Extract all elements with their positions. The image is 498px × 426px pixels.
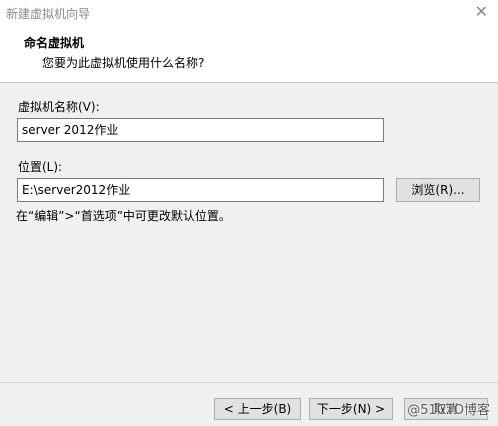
footer-divider [0, 382, 498, 383]
back-button[interactable]: < 上一步(B) [214, 398, 301, 420]
close-icon[interactable]: ✕ [475, 2, 488, 22]
window-title: 新建虚拟机向导 [6, 7, 91, 21]
vm-name-input[interactable]: server 2012作业 [17, 118, 384, 142]
location-input[interactable]: E:\server2012作业 [17, 178, 384, 202]
wizard-header: 命名虚拟机 您要为此虚拟机使用什么名称? [0, 26, 498, 83]
location-label: 位置(L): [18, 160, 63, 174]
page-subheading: 您要为此虚拟机使用什么名称? [42, 56, 205, 70]
vm-name-label: 虚拟机名称(V): [18, 100, 100, 114]
page-heading: 命名虚拟机 [24, 36, 85, 50]
title-bar: 新建虚拟机向导 ✕ [0, 0, 498, 26]
next-button[interactable]: 下一步(N) > [309, 398, 393, 420]
location-hint: 在“编辑”>“首选项”中可更改默认位置。 [16, 209, 231, 223]
watermark: @51CTO博客 [407, 403, 490, 418]
browse-button[interactable]: 浏览(R)... [396, 178, 480, 202]
